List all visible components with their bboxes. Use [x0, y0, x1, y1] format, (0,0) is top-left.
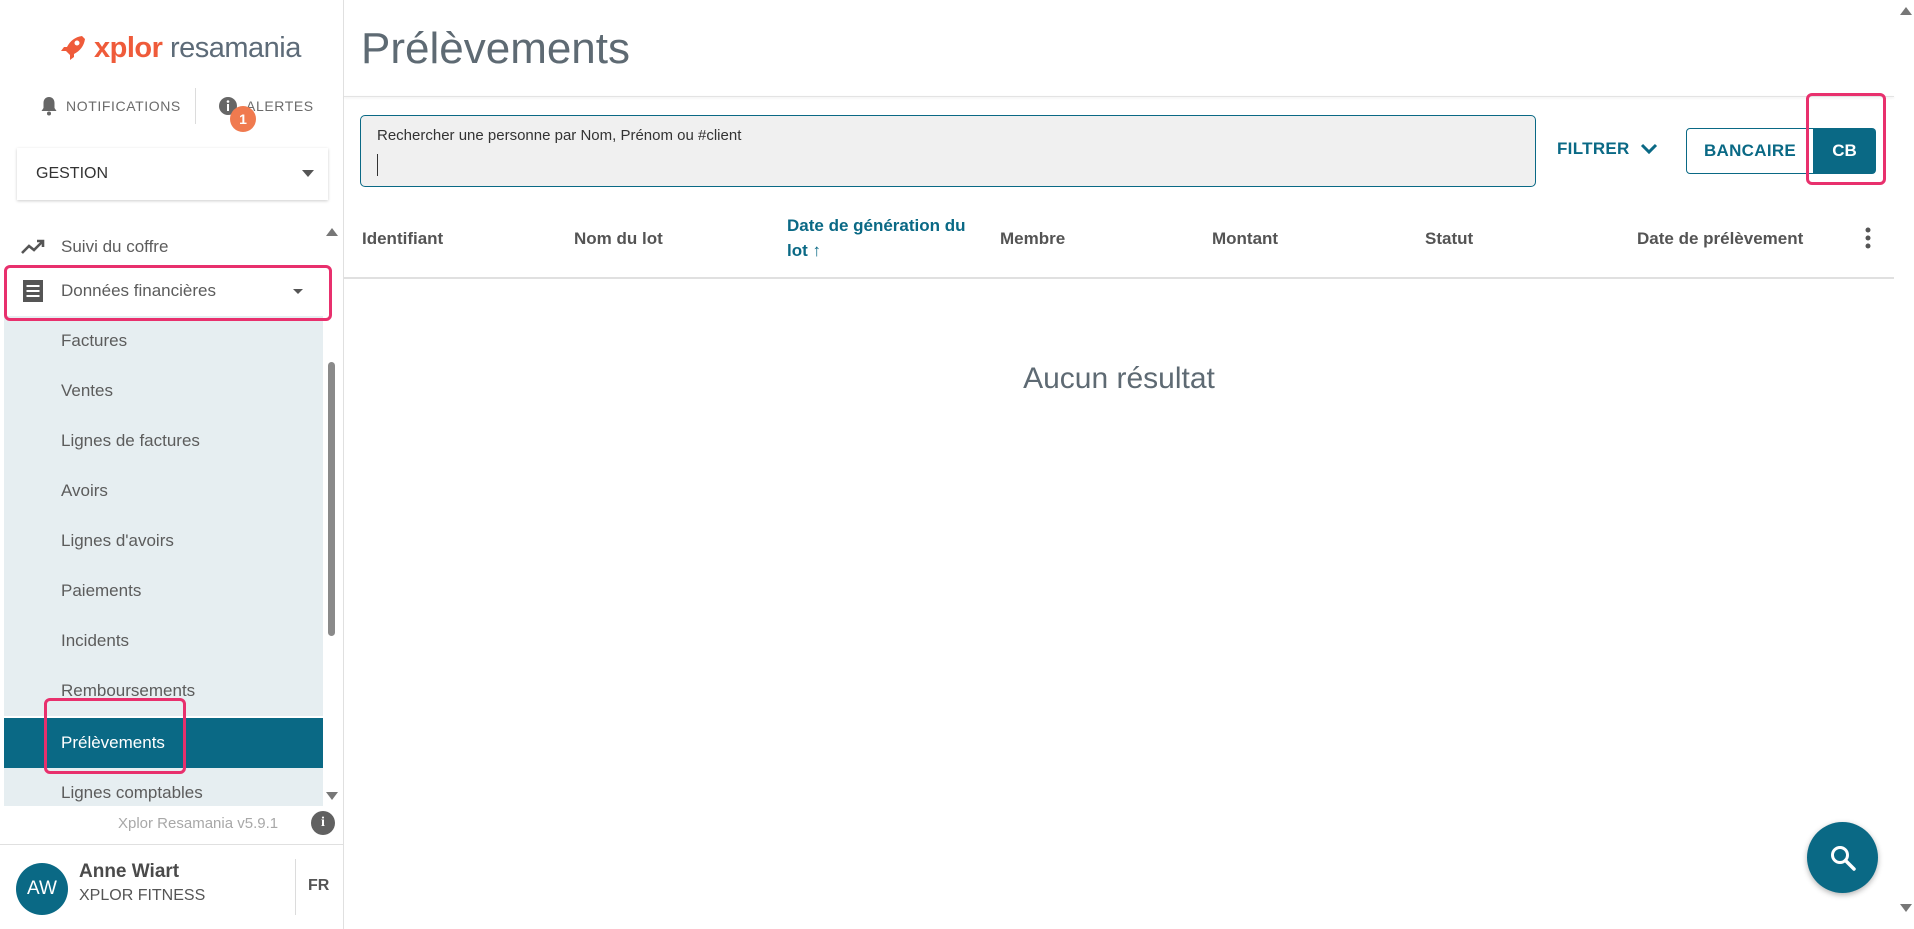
alerts-badge: 1: [230, 106, 256, 132]
cb-toggle-button[interactable]: CB: [1813, 128, 1876, 174]
sidebar-item-prelevements[interactable]: Prélèvements: [4, 718, 323, 768]
gestion-select[interactable]: GESTION: [17, 148, 328, 200]
sidebar-item-label: Ventes: [61, 381, 113, 400]
column-header-date-de-generation[interactable]: Date de génération du lot ↑: [787, 213, 972, 263]
column-header-nom-du-lot[interactable]: Nom du lot: [574, 226, 663, 251]
notifications-link[interactable]: NOTIFICATIONS: [40, 96, 181, 116]
sidebar-item-label: Paiements: [61, 581, 142, 600]
column-header-identifiant[interactable]: Identifiant: [362, 226, 443, 251]
language-switch[interactable]: FR: [308, 877, 329, 895]
sidebar-menu: Suivi du coffre Données financières Fact…: [4, 220, 323, 806]
search-input[interactable]: Rechercher une personne par Nom, Prénom …: [360, 115, 1536, 187]
sidebar-item-incidents[interactable]: Incidents: [4, 616, 323, 666]
filter-label: FILTRER: [1557, 139, 1630, 158]
filter-button[interactable]: FILTRER: [1557, 139, 1658, 159]
page-scroll-down-icon[interactable]: [1900, 904, 1912, 912]
sidebar-item-label: Prélèvements: [61, 733, 165, 752]
header-divider: [344, 96, 1894, 97]
nav-divider: [195, 88, 196, 124]
logo-text: xplor resamania: [94, 31, 301, 64]
sidebar-item-label: Incidents: [61, 631, 130, 650]
chevron-down-icon: [1640, 143, 1657, 155]
sidebar-item-label: Lignes comptables: [61, 783, 203, 802]
info-icon[interactable]: i: [311, 811, 335, 835]
column-header-label: Date de génération du: [787, 216, 966, 235]
search-fab-button[interactable]: [1807, 822, 1878, 893]
bell-icon: [41, 97, 57, 116]
user-organization: XPLOR FITNESS: [79, 887, 206, 904]
scroll-up-icon[interactable]: [326, 228, 338, 236]
column-header-montant[interactable]: Montant: [1212, 226, 1278, 251]
column-header-label-line2: lot ↑: [787, 241, 821, 260]
caret-down-icon: [302, 170, 314, 177]
sidebar-item-lignes-de-factures[interactable]: Lignes de factures: [4, 416, 323, 466]
rocket-icon: [61, 36, 85, 60]
gestion-select-value: GESTION: [36, 165, 109, 182]
notifications-label: NOTIFICATIONS: [66, 98, 181, 114]
sidebar-item-avoirs[interactable]: Avoirs: [4, 466, 323, 516]
search-icon: [1830, 845, 1856, 871]
empty-state-message: Aucun résultat: [1023, 362, 1215, 395]
caret-down-icon: [293, 289, 303, 294]
sidebar-item-label: Avoirs: [61, 481, 108, 500]
sidebar-item-lignes-davoirs[interactable]: Lignes d'avoirs: [4, 516, 323, 566]
sidebar-item-suivi-du-coffre[interactable]: Suivi du coffre: [4, 222, 323, 272]
app-logo[interactable]: xplor resamania: [58, 28, 301, 68]
sidebar-item-remboursements[interactable]: Remboursements: [4, 666, 323, 716]
column-header-membre[interactable]: Membre: [1000, 226, 1065, 251]
sidebar-item-label: Données financières: [61, 281, 216, 300]
sidebar-item-paiements[interactable]: Paiements: [4, 566, 323, 616]
trending-up-icon: [21, 239, 45, 254]
bancaire-toggle-button[interactable]: BANCAIRE: [1686, 128, 1814, 174]
sidebar-item-donnees-financieres[interactable]: Données financières: [4, 266, 323, 316]
app-version: Xplor Resamania v5.9.1: [118, 815, 279, 832]
sidebar-item-label: Lignes de factures: [61, 431, 200, 450]
sidebar-item-factures[interactable]: Factures: [4, 316, 323, 366]
sidebar-scroll-thumb[interactable]: [328, 362, 335, 636]
sidebar-item-label: Remboursements: [61, 681, 196, 700]
main-content: Prélèvements Rechercher une personne par…: [344, 0, 1914, 929]
page-title: Prélèvements: [361, 24, 631, 73]
text-cursor: [377, 154, 378, 176]
sidebar-item-ventes[interactable]: Ventes: [4, 366, 323, 416]
app-window: xplor resamania NOTIFICATIONS ALERTES 1 …: [0, 0, 1914, 929]
user-name: Anne Wiart: [79, 861, 180, 882]
sidebar: xplor resamania NOTIFICATIONS ALERTES 1 …: [0, 0, 344, 929]
sidebar-item-label: Lignes d'avoirs: [61, 531, 174, 550]
receipt-icon: [23, 280, 43, 302]
search-label: Rechercher une personne par Nom, Prénom …: [377, 127, 742, 144]
sidebar-scrollbar[interactable]: [323, 222, 340, 806]
page-scroll-up-icon[interactable]: [1900, 7, 1912, 15]
table-header-divider: [344, 277, 1894, 279]
sidebar-item-label: Suivi du coffre: [61, 237, 169, 256]
sidebar-item-label: Factures: [61, 331, 128, 350]
more-vertical-icon[interactable]: [1865, 227, 1871, 249]
alerts-label: ALERTES: [246, 98, 314, 114]
language-divider: [295, 859, 296, 915]
column-header-statut[interactable]: Statut: [1425, 226, 1473, 251]
column-header-date-de-prelevement[interactable]: Date de prélèvement: [1637, 226, 1803, 251]
top-nav: NOTIFICATIONS ALERTES: [0, 88, 344, 124]
avatar[interactable]: AW: [16, 863, 68, 915]
scroll-down-icon[interactable]: [326, 792, 338, 800]
user-panel: AW Anne Wiart XPLOR FITNESS FR: [0, 844, 344, 929]
sidebar-item-lignes-comptables[interactable]: Lignes comptables: [4, 768, 323, 806]
